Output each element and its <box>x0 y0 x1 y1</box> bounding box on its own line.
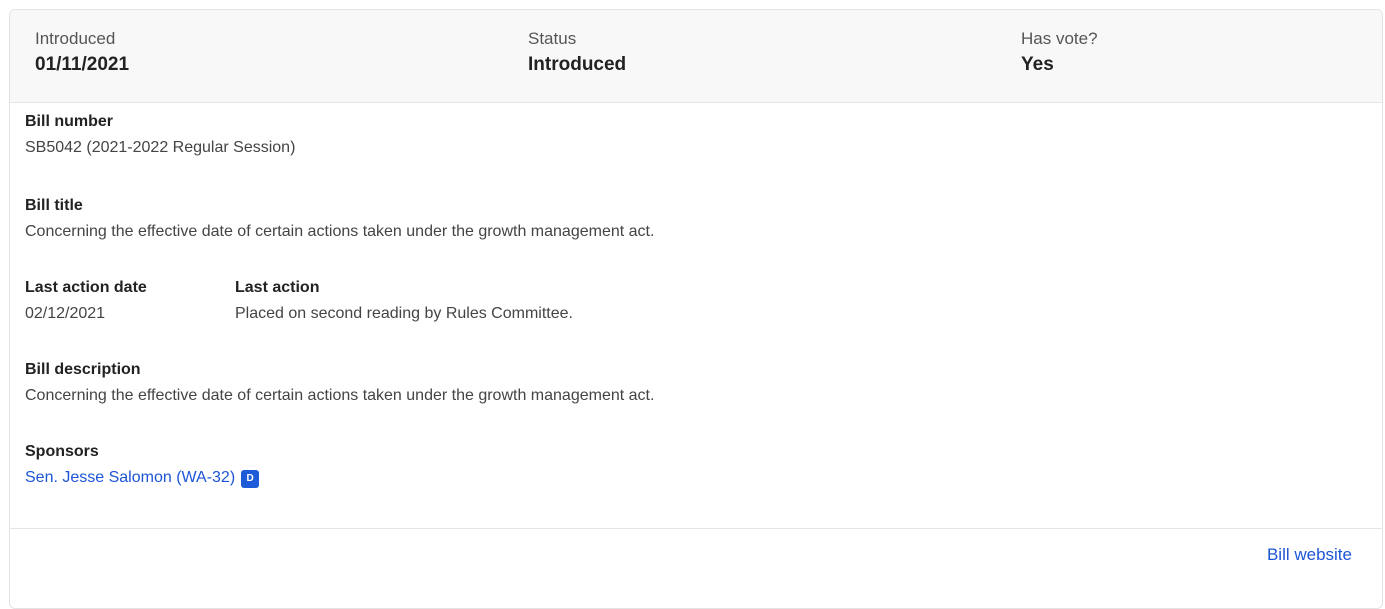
party-badge-democrat: D <box>241 470 260 488</box>
bill-title-field: Bill title Concerning the effective date… <box>25 195 654 243</box>
last-action-field: Last action Placed on second reading by … <box>235 277 573 325</box>
last-action-date-field: Last action date 02/12/2021 <box>25 277 147 325</box>
status-label: Status <box>528 29 577 48</box>
bill-description-field: Bill description Concerning the effectiv… <box>25 359 654 407</box>
bill-card: Introduced 01/11/2021 Status Introduced … <box>9 9 1383 609</box>
last-action-date-label: Last action date <box>25 279 147 296</box>
sponsors-label: Sponsors <box>25 443 99 460</box>
bill-title-value: Concerning the effective date of certain… <box>25 223 655 240</box>
introduced-date: 01/11/2021 <box>35 54 130 75</box>
bill-title-label: Bill title <box>25 197 83 214</box>
status-value: Introduced <box>528 54 627 75</box>
bill-number-field: Bill number SB5042 (2021-2022 Regular Se… <box>25 111 295 159</box>
sponsors-field: Sponsors Sen. Jesse Salomon (WA-32) D <box>25 441 260 489</box>
bill-summary-bar: Introduced 01/11/2021 Status Introduced … <box>10 10 1382 103</box>
has-vote-label: Has vote? <box>1021 29 1098 48</box>
last-action-label: Last action <box>235 279 320 296</box>
bill-website-link[interactable]: Bill website <box>1267 545 1352 565</box>
introduced-summary: Introduced 01/11/2021 <box>35 28 129 78</box>
card-divider <box>10 528 1382 529</box>
status-summary: Status Introduced <box>528 28 626 78</box>
sponsor-list: Sen. Jesse Salomon (WA-32) D <box>25 467 260 489</box>
last-action-value: Placed on second reading by Rules Commit… <box>235 305 573 322</box>
bill-number-label: Bill number <box>25 113 114 130</box>
introduced-label: Introduced <box>35 29 116 48</box>
bill-description-label: Bill description <box>25 361 141 378</box>
has-vote-summary: Has vote? Yes <box>1021 28 1098 78</box>
sponsor-link[interactable]: Sen. Jesse Salomon (WA-32) <box>25 469 235 486</box>
bill-number-value: SB5042 (2021-2022 Regular Session) <box>25 139 296 156</box>
bill-description-value: Concerning the effective date of certain… <box>25 387 655 404</box>
last-action-date-value: 02/12/2021 <box>25 305 106 322</box>
has-vote-value: Yes <box>1021 54 1054 75</box>
